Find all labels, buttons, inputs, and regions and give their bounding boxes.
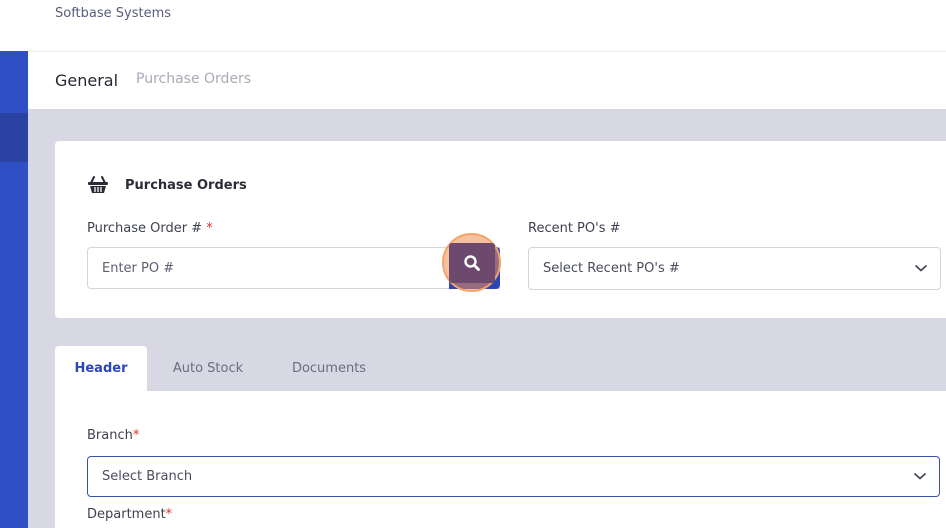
recent-po-label: Recent PO's # bbox=[528, 221, 621, 236]
sidebar-logo-area bbox=[0, 0, 28, 51]
branch-placeholder: Select Branch bbox=[102, 469, 193, 484]
company-name: Softbase Systems bbox=[55, 6, 172, 21]
chevron-down-icon bbox=[913, 472, 927, 480]
header-panel: Branch* Select Branch Department* bbox=[55, 391, 946, 528]
po-number-input[interactable] bbox=[88, 248, 499, 288]
po-number-label-text: Purchase Order # bbox=[87, 221, 203, 236]
recent-po-placeholder: Select Recent PO's # bbox=[543, 261, 680, 276]
department-label: Department* bbox=[87, 507, 172, 522]
tab-documents[interactable]: Documents bbox=[277, 346, 381, 391]
sidebar-active-item[interactable] bbox=[0, 113, 28, 162]
search-icon bbox=[463, 254, 480, 271]
department-label-text: Department bbox=[87, 507, 166, 522]
required-mark: * bbox=[206, 221, 213, 236]
purchase-order-card: Purchase Orders Purchase Order # * Recen… bbox=[55, 141, 946, 318]
required-mark: * bbox=[132, 428, 140, 443]
po-number-label: Purchase Order # * bbox=[87, 221, 213, 236]
click-highlight[interactable] bbox=[442, 233, 501, 292]
required-mark: * bbox=[165, 507, 173, 522]
breadcrumb-current: Purchase Orders bbox=[136, 71, 252, 87]
top-bar: Softbase Systems bbox=[28, 0, 946, 52]
tab-header[interactable]: Header bbox=[55, 346, 147, 391]
breadcrumb: General Purchase Orders bbox=[28, 52, 946, 109]
basket-icon bbox=[88, 176, 108, 193]
branch-label: Branch* bbox=[87, 428, 139, 443]
search-button-pressed[interactable] bbox=[448, 242, 495, 283]
card-title: Purchase Orders bbox=[125, 178, 247, 193]
recent-po-select[interactable]: Select Recent PO's # bbox=[528, 247, 941, 290]
chevron-down-icon bbox=[914, 264, 928, 272]
tab-auto-stock[interactable]: Auto Stock bbox=[158, 346, 258, 391]
po-number-field[interactable] bbox=[87, 247, 500, 289]
breadcrumb-general[interactable]: General bbox=[55, 71, 118, 90]
sidebar bbox=[0, 0, 28, 528]
branch-select[interactable]: Select Branch bbox=[87, 456, 940, 497]
branch-label-text: Branch bbox=[87, 428, 133, 443]
